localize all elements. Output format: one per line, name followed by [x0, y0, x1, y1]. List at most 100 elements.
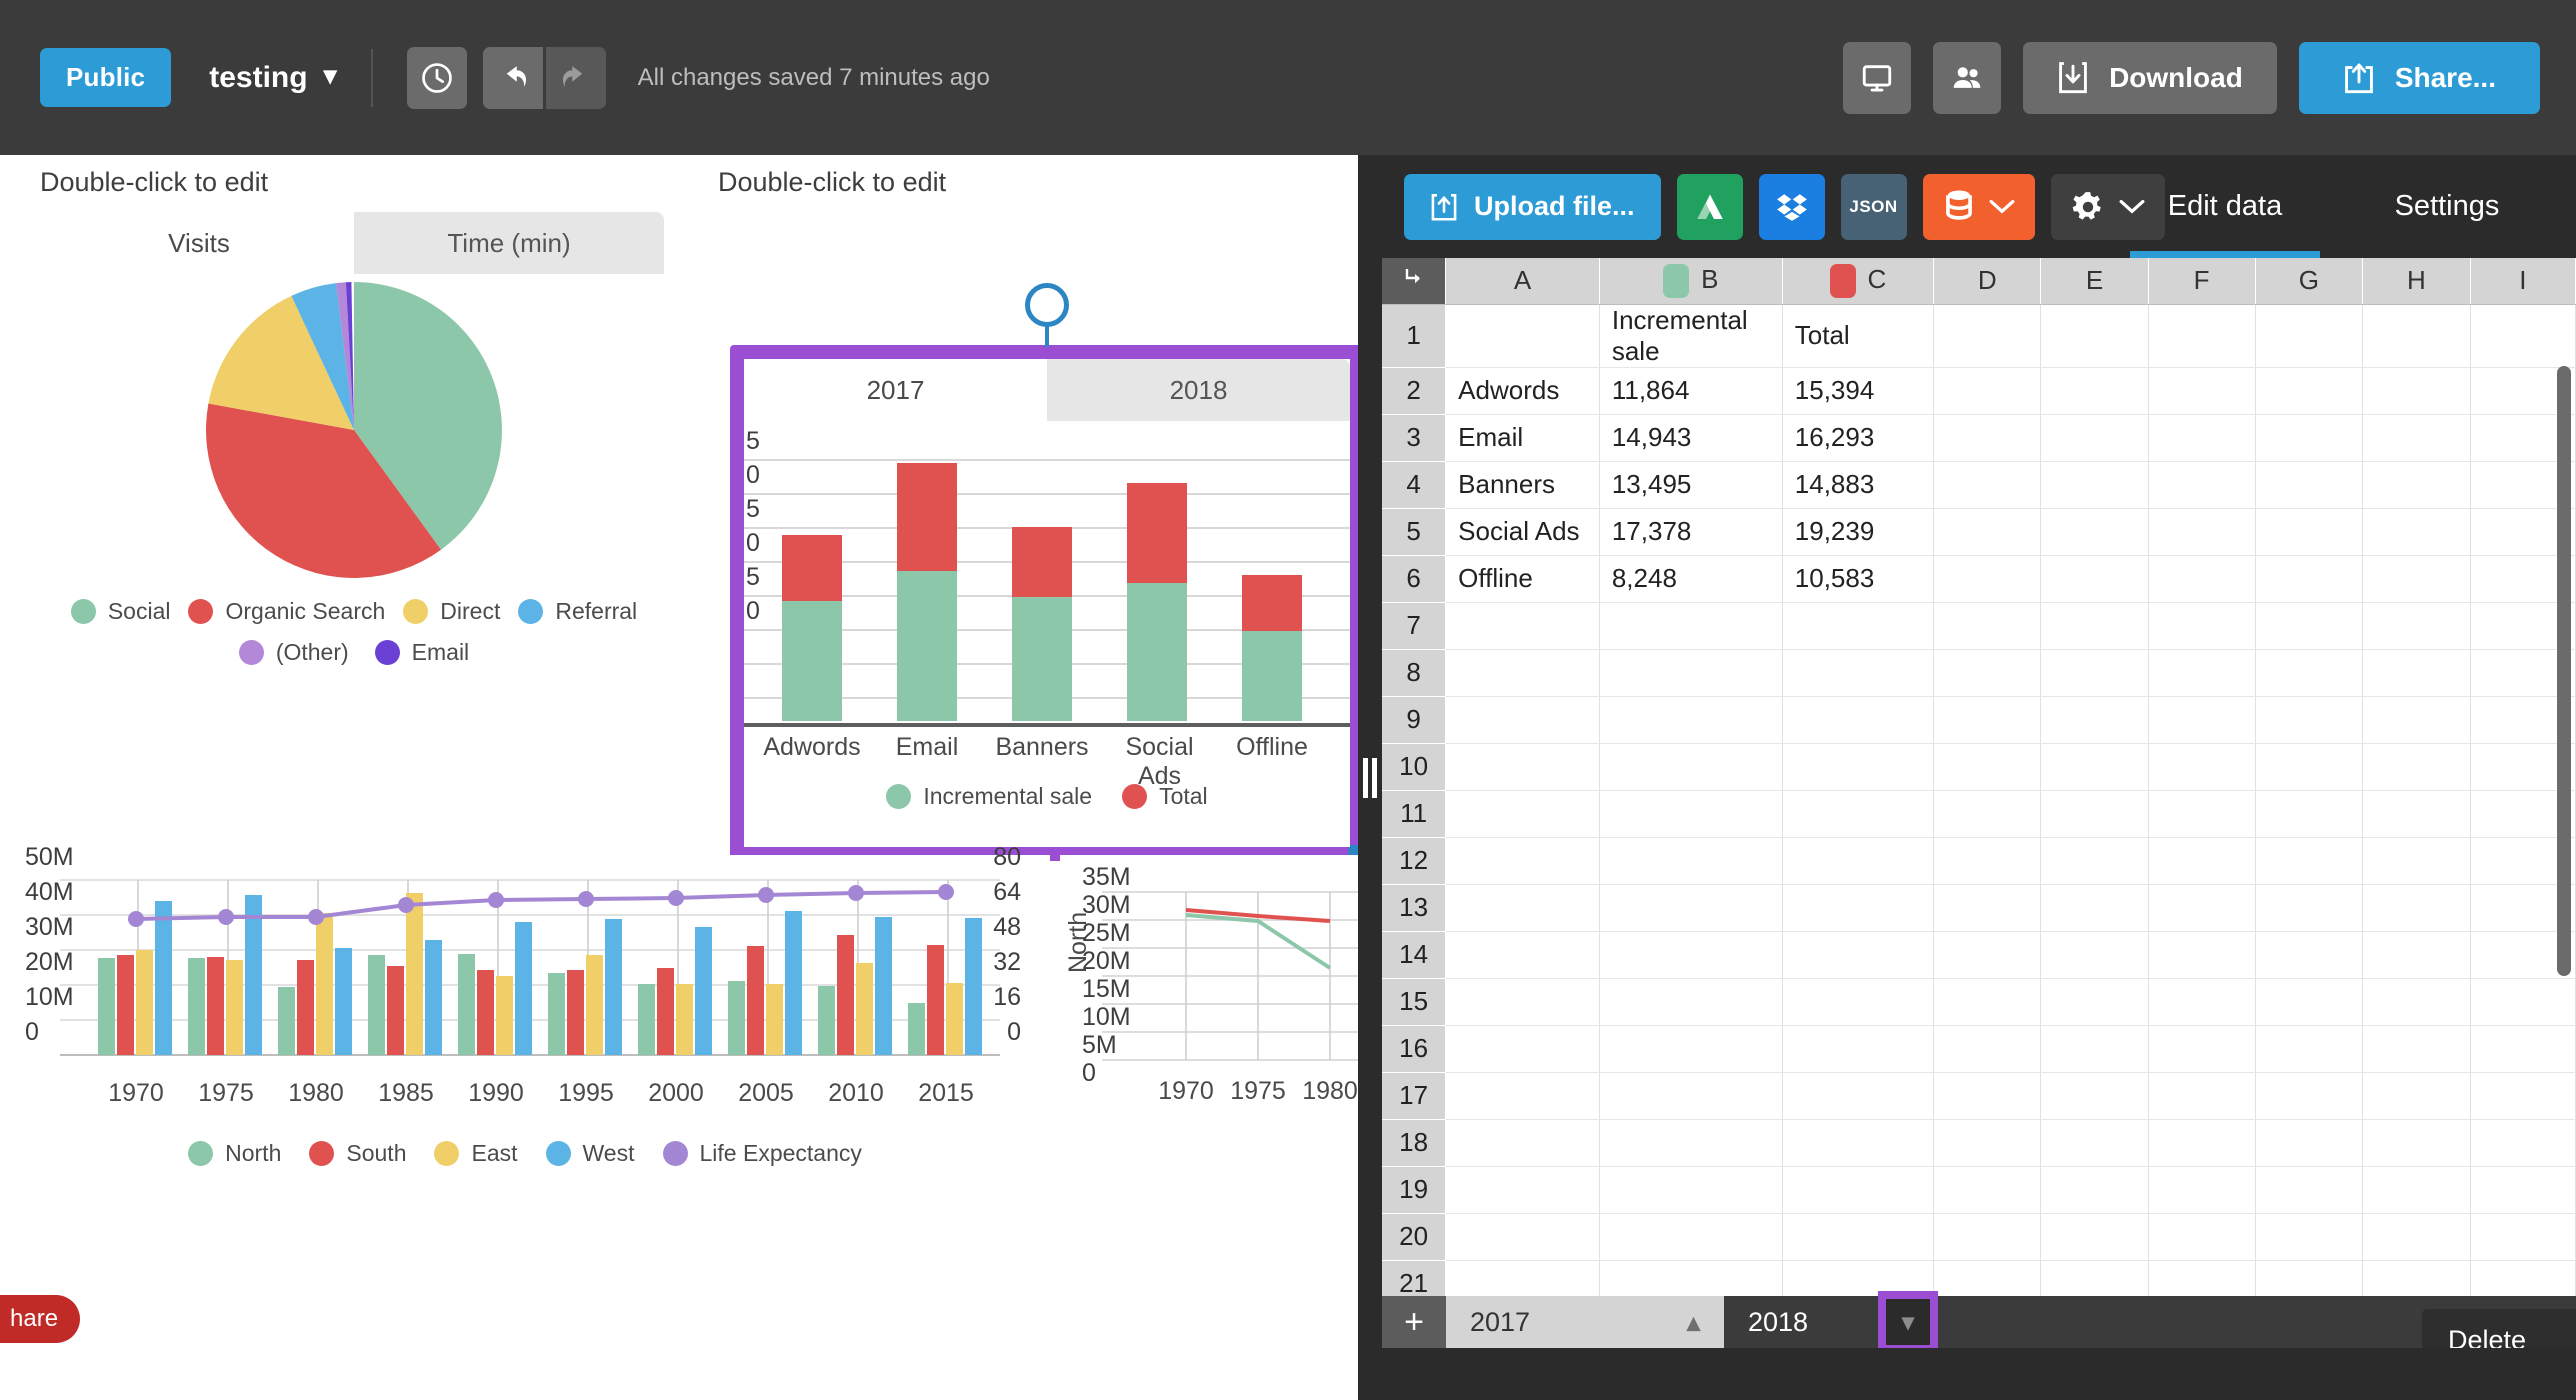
cell-e11[interactable] [2040, 790, 2149, 838]
row-number[interactable]: 10 [1382, 743, 1447, 791]
cell-b1[interactable]: Incremental sale [1599, 304, 1783, 368]
cell-g8[interactable] [2255, 649, 2364, 697]
bar-segment[interactable] [782, 535, 842, 601]
cell-c19[interactable] [1782, 1166, 1935, 1214]
cell-h11[interactable] [2362, 790, 2471, 838]
cell-h19[interactable] [2362, 1166, 2471, 1214]
cell-c5[interactable]: 19,239 [1782, 508, 1935, 556]
cell-a8[interactable] [1445, 649, 1600, 697]
database-menu-button[interactable] [1922, 173, 2035, 240]
cell-c10[interactable] [1782, 743, 1935, 791]
bar-segment[interactable] [897, 463, 957, 571]
cell-e9[interactable] [2040, 696, 2149, 744]
cell-e14[interactable] [2040, 931, 2149, 979]
column-header-a[interactable]: A [1445, 258, 1600, 305]
cell-g4[interactable] [2255, 461, 2364, 509]
row-number[interactable]: 9 [1382, 696, 1447, 744]
cell-b8[interactable] [1599, 649, 1783, 697]
cell-h13[interactable] [2362, 884, 2471, 932]
cell-c14[interactable] [1782, 931, 1935, 979]
cell-b17[interactable] [1599, 1072, 1783, 1120]
rotation-handle[interactable] [1025, 283, 1069, 327]
cell-b18[interactable] [1599, 1119, 1783, 1167]
tab-settings[interactable]: Settings [2352, 155, 2542, 258]
cell-g10[interactable] [2255, 743, 2364, 791]
legend-item-south[interactable]: South [309, 1140, 406, 1167]
legend-item-referral[interactable]: Referral [518, 598, 637, 625]
cell-b13[interactable] [1599, 884, 1783, 932]
cell-b19[interactable] [1599, 1166, 1783, 1214]
cell-e15[interactable] [2040, 978, 2149, 1026]
cell-b11[interactable] [1599, 790, 1783, 838]
column-header-b[interactable]: B [1599, 258, 1783, 305]
row-number[interactable]: 16 [1382, 1025, 1447, 1073]
cell-c15[interactable] [1782, 978, 1935, 1026]
cell-e3[interactable] [2040, 414, 2149, 462]
cell-a12[interactable] [1445, 837, 1600, 885]
table-row[interactable]: 11 [1382, 790, 2576, 838]
chart-bar-selected[interactable]: 2017 2018 5 0 5 0 5 0 Adwords Email Bann… [730, 283, 1358, 861]
cell-i16[interactable] [2470, 1025, 2576, 1073]
cell-c17[interactable] [1782, 1072, 1935, 1120]
cell-a9[interactable] [1445, 696, 1600, 744]
cell-a20[interactable] [1445, 1213, 1600, 1261]
redo-button[interactable] [545, 46, 606, 109]
cell-f14[interactable] [2148, 931, 2256, 979]
table-row[interactable]: 16 [1382, 1025, 2576, 1073]
legend-item-other[interactable]: (Other) [238, 639, 349, 666]
cell-d4[interactable] [1933, 461, 2042, 509]
cell-f17[interactable] [2148, 1072, 2256, 1120]
legend-item-email[interactable]: Email [374, 639, 469, 666]
column-header-g[interactable]: G [2255, 258, 2364, 305]
cell-a14[interactable] [1445, 931, 1600, 979]
row-number[interactable]: 8 [1382, 649, 1447, 697]
cell-f18[interactable] [2148, 1119, 2256, 1167]
table-row[interactable]: 10 [1382, 743, 2576, 791]
cell-g11[interactable] [2255, 790, 2364, 838]
cell-g16[interactable] [2255, 1025, 2364, 1073]
cell-a15[interactable] [1445, 978, 1600, 1026]
context-menu-item-delete[interactable]: Delete [2422, 1309, 2576, 1349]
google-drive-button[interactable] [1676, 173, 1743, 240]
cell-f20[interactable] [2148, 1213, 2256, 1261]
cell-h12[interactable] [2362, 837, 2471, 885]
present-button[interactable] [1843, 41, 1912, 114]
cell-f5[interactable] [2148, 508, 2256, 556]
cell-h20[interactable] [2362, 1213, 2471, 1261]
cell-b9[interactable] [1599, 696, 1783, 744]
row-number[interactable]: 20 [1382, 1213, 1447, 1261]
cell-e17[interactable] [2040, 1072, 2149, 1120]
cell-h16[interactable] [2362, 1025, 2471, 1073]
cell-d17[interactable] [1933, 1072, 2042, 1120]
legend-item-total[interactable]: Total [1122, 783, 1208, 810]
history-button[interactable] [406, 46, 467, 109]
cell-f19[interactable] [2148, 1166, 2256, 1214]
cell-c6[interactable]: 10,583 [1782, 555, 1935, 603]
table-row[interactable]: 20 [1382, 1213, 2576, 1261]
cell-h3[interactable] [2362, 414, 2471, 462]
cell-e20[interactable] [2040, 1213, 2149, 1261]
select-all-corner[interactable] [1382, 258, 1447, 305]
cell-g14[interactable] [2255, 931, 2364, 979]
column-header-h[interactable]: H [2362, 258, 2471, 305]
cell-d13[interactable] [1933, 884, 2042, 932]
cell-c13[interactable] [1782, 884, 1935, 932]
sheet-context-menu[interactable]: DeleteClear all dataDuplicateRenameMove … [2422, 1309, 2576, 1348]
cell-c1[interactable]: Total [1782, 304, 1935, 368]
cell-g12[interactable] [2255, 837, 2364, 885]
cell-b5[interactable]: 17,378 [1599, 508, 1783, 556]
vertical-scrollbar[interactable] [2557, 366, 2571, 976]
legend-item-direct[interactable]: Direct [403, 598, 500, 625]
table-row[interactable]: 5 Social Ads 17,378 19,239 [1382, 508, 2576, 556]
row-number[interactable]: 3 [1382, 414, 1447, 462]
legend-item-life-expectancy[interactable]: Life Expectancy [662, 1140, 862, 1167]
row-number[interactable]: 13 [1382, 884, 1447, 932]
tab-visits[interactable]: Visits [44, 212, 354, 274]
cell-h10[interactable] [2362, 743, 2471, 791]
row-number[interactable]: 12 [1382, 837, 1447, 885]
cell-e2[interactable] [2040, 367, 2149, 415]
cell-c3[interactable]: 16,293 [1782, 414, 1935, 462]
legend-item-incremental-sale[interactable]: Incremental sale [886, 783, 1092, 810]
bar-segment[interactable] [782, 601, 842, 721]
cell-g5[interactable] [2255, 508, 2364, 556]
